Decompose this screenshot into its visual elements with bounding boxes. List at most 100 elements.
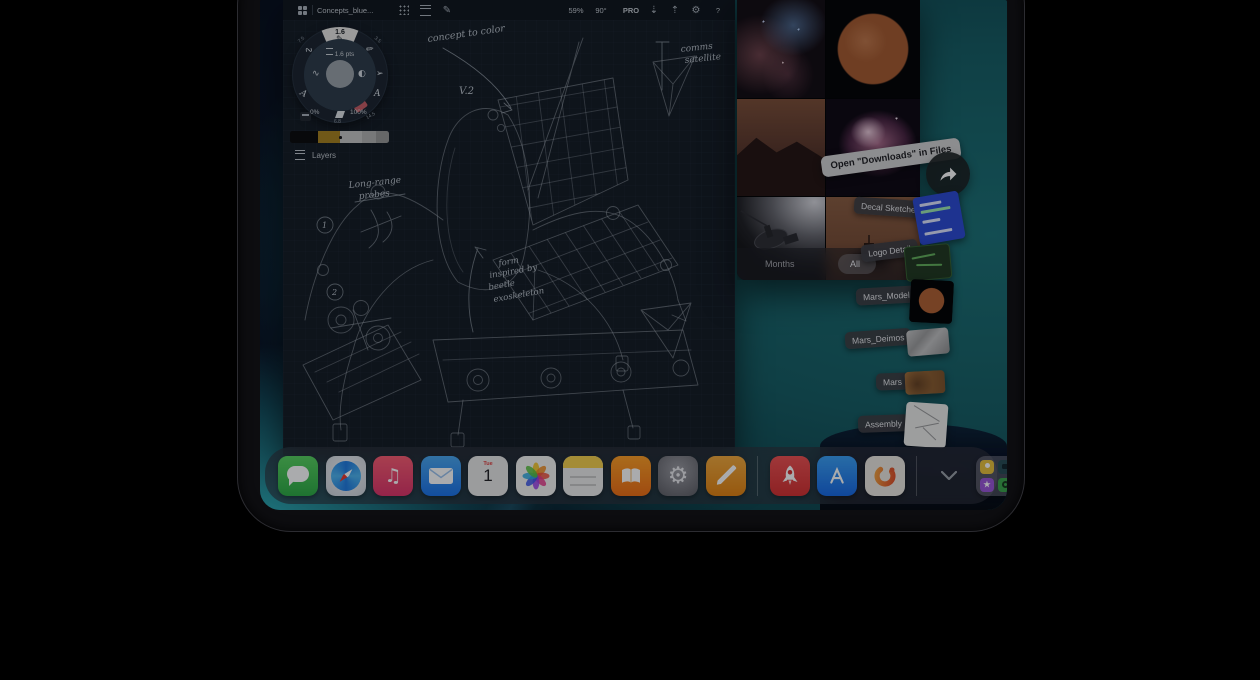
assembly-sketch-line (923, 427, 937, 440)
dock-chevron-down-button[interactable] (932, 456, 966, 496)
badge-number-1: 1 (322, 221, 327, 230)
assembly-sketch-line (915, 423, 939, 429)
settings-gear-icon[interactable]: ⚙ (689, 0, 703, 20)
logo-sketch-line (916, 264, 942, 266)
tab-months[interactable]: Months (765, 259, 795, 269)
export-icon[interactable]: ⇡ (668, 0, 682, 20)
airbrush-tool-icon[interactable]: ➢ (376, 69, 384, 79)
rocket-icon (778, 463, 802, 489)
envelope-icon (428, 467, 454, 485)
help-icon[interactable]: ? (711, 0, 725, 20)
swatch-dark-gray[interactable] (376, 131, 389, 143)
photo-mars-landscape[interactable] (737, 99, 825, 196)
pro-badge[interactable]: PRO (619, 0, 643, 20)
decal-text-line (921, 206, 951, 214)
precision-grid-icon[interactable] (397, 0, 411, 20)
stack-layers-icon[interactable] (418, 0, 432, 20)
dock-divider (916, 456, 917, 496)
speech-bubble-icon (287, 466, 309, 482)
slider-icon (326, 48, 333, 55)
dock-icon-photos[interactable] (516, 456, 556, 496)
concepts-app-window: Concepts_blue... ✎ 59% 90° PRO ⇣ ⇡ ⚙ ? (283, 0, 735, 462)
dock-icon-notes[interactable] (563, 456, 603, 496)
color-swatch-strip[interactable] (290, 131, 389, 143)
dock-icon-books[interactable] (611, 456, 651, 496)
share-forward-button[interactable] (926, 152, 970, 196)
selection-pen-icon[interactable]: ✎ (440, 0, 454, 20)
drag-thumb-logo-detail[interactable] (904, 243, 953, 282)
dock-icon-safari[interactable] (326, 456, 366, 496)
smoothing-icon[interactable]: ∿ (312, 69, 320, 79)
rotation-value[interactable]: 90° (590, 0, 612, 20)
concepts-toolbar: Concepts_blue... ✎ 59% 90° PRO ⇣ ⇡ ⚙ ? (283, 0, 735, 21)
swatch-gray[interactable] (362, 131, 376, 143)
decal-text-line (922, 218, 940, 224)
decal-text-line (924, 228, 952, 236)
layers-label: Layers (312, 151, 336, 160)
decal-text-line (919, 200, 941, 207)
swatch-black[interactable] (290, 131, 318, 143)
photo-nebula-horsehead[interactable] (737, 0, 825, 98)
gear-icon: ⚙ (668, 463, 689, 489)
dock-divider (757, 456, 758, 496)
opacity-min-label: 0% (310, 109, 319, 116)
document-title[interactable]: Concepts_blue... (317, 0, 387, 20)
dock-icon-mail[interactable] (421, 456, 461, 496)
text-tool-icon[interactable]: A (374, 89, 381, 99)
ipad-screen: Concepts_blue... ✎ 59% 90° PRO ⇣ ⇡ ⚙ ? (260, 0, 1007, 510)
drag-thumb-mars[interactable] (904, 370, 945, 395)
dock-icon-music[interactable]: ♫ (373, 456, 413, 496)
dock-icon-rocket[interactable] (770, 456, 810, 496)
drag-thumb-decal-sketches[interactable] (912, 190, 966, 245)
download-icon[interactable]: ⇣ (647, 0, 661, 20)
toolbar-separator (311, 0, 313, 20)
tool-wheel-center-knob[interactable] (326, 60, 354, 88)
notes-header (563, 456, 603, 468)
dock-icon-app-store[interactable] (817, 456, 857, 496)
drag-label-assembly[interactable]: Assembly (858, 414, 909, 433)
dock-icon-sketch-pen[interactable] (706, 456, 746, 496)
mini-app-camera (998, 460, 1007, 474)
zoom-level[interactable]: 59% (564, 0, 588, 20)
calendar-day: 1 (468, 467, 508, 484)
dock-icon-calendar[interactable]: Tue 1 (468, 456, 508, 496)
drag-label-mars-model[interactable]: Mars_Model (856, 285, 918, 305)
mini-app-star: ★ (980, 478, 994, 492)
drag-thumb-mars-deimos[interactable] (906, 327, 950, 357)
dock-icon-settings[interactable]: ⚙ (658, 456, 698, 496)
opacity-max-label: 100% (350, 109, 367, 116)
opacity-icon[interactable]: ◐ (358, 69, 366, 79)
photo-mars-planet[interactable] (826, 0, 920, 98)
app-store-a-icon (824, 463, 850, 489)
mini-app-tips (980, 460, 994, 474)
music-note-icon: ♫ (384, 465, 401, 487)
screenshot-stage: Concepts_blue... ✎ 59% 90° PRO ⇣ ⇡ ⚙ ? (0, 0, 1260, 680)
mini-app-record (998, 478, 1007, 492)
assembly-sketch-line (914, 405, 940, 422)
forward-arrow-icon (937, 163, 959, 185)
concepts-c-icon (870, 461, 900, 491)
drag-thumb-mars-model[interactable] (909, 279, 954, 324)
tab-all[interactable]: All (850, 259, 860, 269)
tool-wheel[interactable]: 1.6 ✎ ∿ ✐ ➢ A A 7.5 3.5 14.5 6.8 1.6 pts… (292, 27, 388, 123)
badge-number-2: 2 (331, 288, 337, 297)
swatch-gold[interactable] (318, 131, 340, 143)
drag-thumb-assembly[interactable] (904, 402, 949, 449)
chevron-down-icon (941, 471, 957, 480)
notes-line (570, 484, 596, 486)
open-book-icon (619, 466, 643, 486)
pen-icon (715, 464, 737, 486)
dock-icon-messages[interactable] (278, 456, 318, 496)
dock-icon-app-library[interactable]: ★ (976, 456, 1007, 496)
layers-icon (295, 150, 305, 160)
logo-sketch-line (912, 253, 936, 259)
stroke-width-label: 1.6 pts (304, 48, 376, 58)
layers-button[interactable]: Layers (295, 150, 336, 160)
app-grid-icon[interactable] (295, 0, 309, 20)
ring-size-bottom: 6.8 (334, 119, 341, 125)
photos-app-window: Months All (737, 0, 920, 280)
swatch-light-gray[interactable] (340, 131, 362, 143)
swatch-position-dot (339, 136, 342, 139)
dock-icon-concepts[interactable] (865, 456, 905, 496)
palette-toggle-icon[interactable] (300, 112, 311, 121)
